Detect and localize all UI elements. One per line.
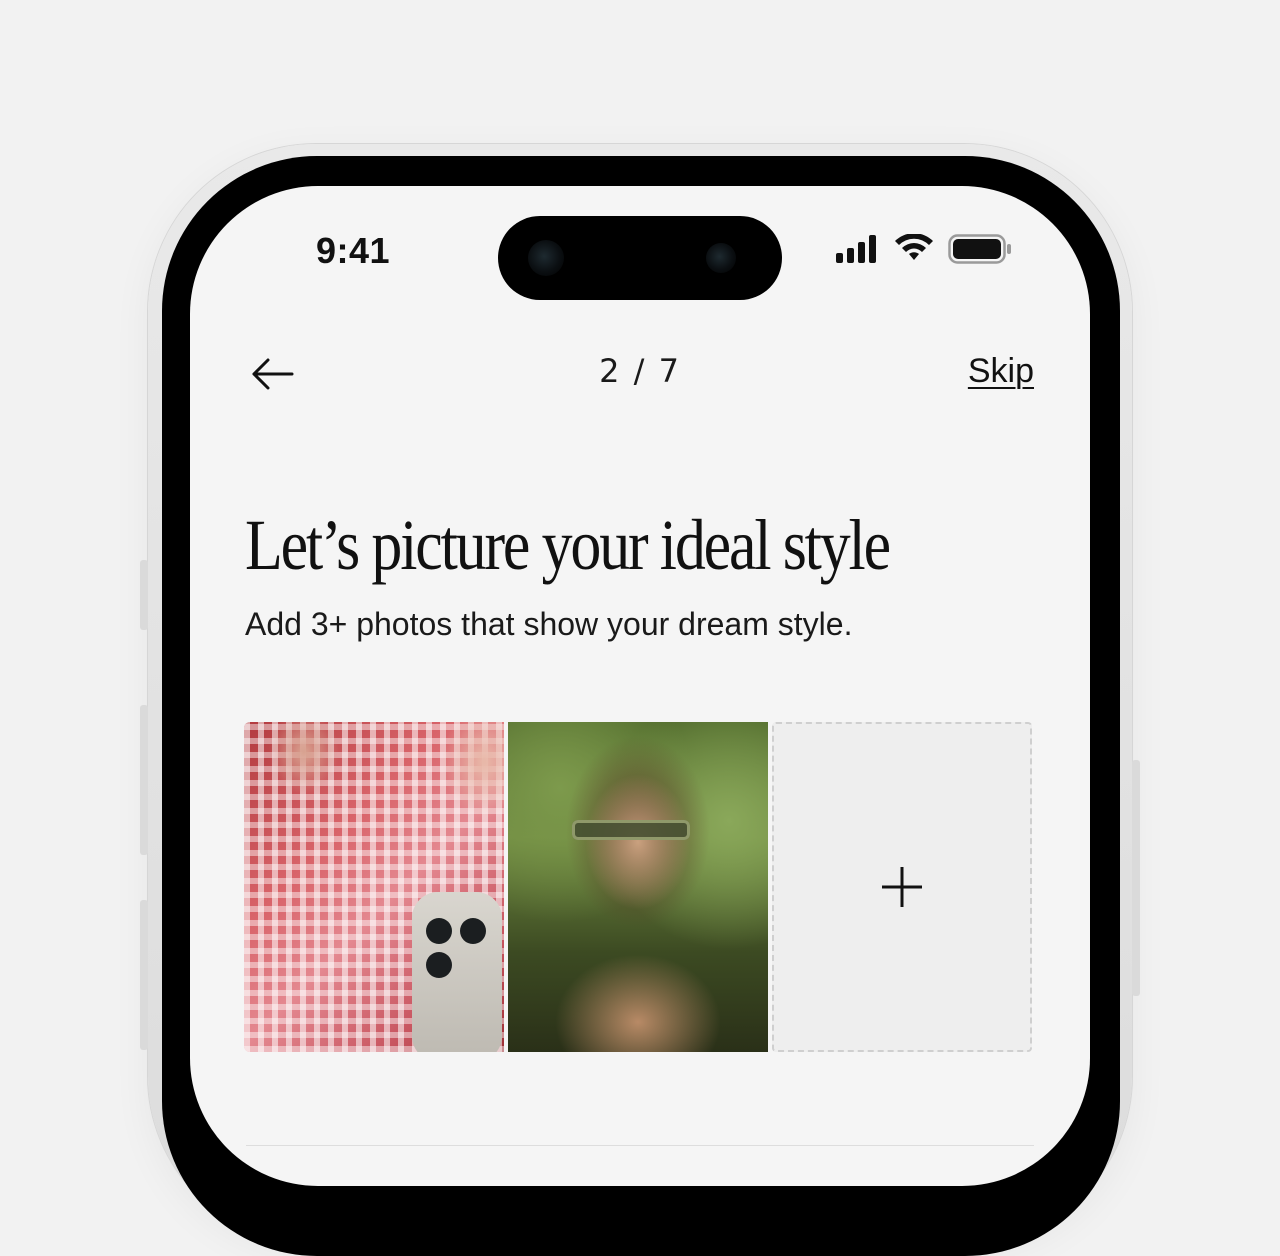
battery-icon bbox=[948, 234, 1011, 264]
photo-grid bbox=[244, 722, 1034, 1052]
dynamic-island bbox=[498, 216, 782, 300]
status-time: 9:41 bbox=[316, 230, 391, 271]
photo-camera-lens bbox=[426, 918, 452, 944]
photo-phone-prop bbox=[412, 892, 502, 1052]
status-icons bbox=[836, 234, 1012, 264]
photo-camera-lens bbox=[460, 918, 486, 944]
skip-link[interactable]: Skip bbox=[968, 352, 1034, 391]
photo-sunglasses bbox=[572, 820, 690, 840]
step-progress: 2 / 7 bbox=[599, 352, 681, 390]
side-button-power bbox=[1132, 760, 1140, 996]
plus-icon bbox=[882, 867, 922, 907]
divider bbox=[246, 1145, 1034, 1146]
wifi-icon bbox=[895, 234, 933, 260]
side-button-mute bbox=[140, 560, 148, 630]
front-camera-icon bbox=[528, 240, 564, 276]
add-photo-button[interactable] bbox=[772, 722, 1032, 1052]
style-photo-2[interactable] bbox=[508, 722, 768, 1052]
cellular-signal-icon bbox=[836, 235, 876, 263]
photo-camera-lens bbox=[426, 952, 452, 978]
sensor-icon bbox=[706, 243, 736, 273]
side-button-volume-down bbox=[140, 900, 148, 1050]
page-title: Let’s picture your ideal style bbox=[245, 505, 891, 585]
side-button-volume-up bbox=[140, 705, 148, 855]
app-screen: 9:41 2 / 7 Skip Let’s picture your ideal… bbox=[190, 186, 1090, 1186]
page-subtitle: Add 3+ photos that show your dream style… bbox=[245, 606, 853, 642]
style-photo-1[interactable] bbox=[244, 722, 504, 1052]
